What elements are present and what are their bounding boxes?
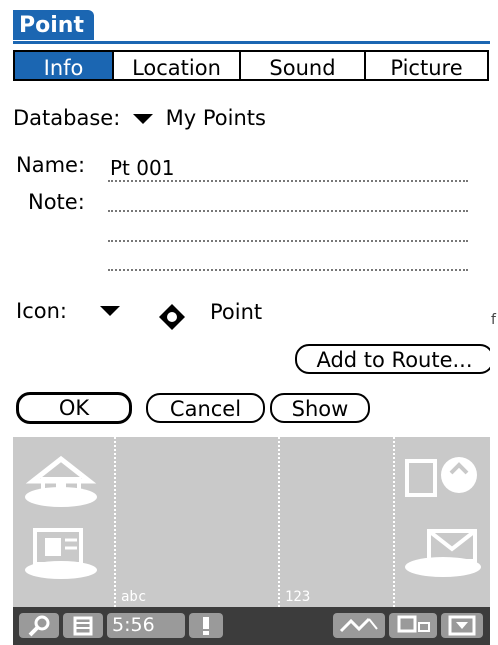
note-label: Note: [28,190,85,214]
home-icon[interactable] [21,451,101,511]
graffiti-abc-label: abc [121,589,147,605]
magnifier-icon [28,615,50,637]
silk-divider-right [393,437,395,607]
status-bar: 5:56 [13,607,490,645]
menu-button[interactable] [63,613,103,638]
screen-rotate-icon [397,615,430,633]
tab-info[interactable]: Info [13,50,114,81]
graffiti-123-label: 123 [285,589,311,605]
tab-bar: Info Location Sound Picture [13,50,489,81]
form-title: Point [13,10,94,40]
icon-label: Icon: [16,299,67,323]
database-label: Database: [13,106,121,130]
note-line-3[interactable] [108,269,468,271]
name-label: Name: [16,153,86,177]
add-to-route-button[interactable]: Add to Route... [295,344,494,374]
cancel-button[interactable]: Cancel [146,393,265,423]
icon-dropdown-icon[interactable] [100,306,120,316]
input-area-toggle-button[interactable] [441,613,483,638]
icon-dropdown[interactable]: Point [210,300,262,324]
alert-button[interactable] [189,613,223,638]
point-waypoint-icon [159,304,185,330]
screen-rotate-button[interactable] [389,613,437,638]
note-line-2[interactable] [108,240,468,242]
clock-button[interactable]: 5:56 [107,613,185,638]
mail-icon[interactable] [401,519,485,579]
name-field[interactable]: Pt 001 [110,156,174,180]
apps-menu-icon[interactable] [21,522,101,582]
silk-divider-left [114,437,116,607]
alert-icon [203,617,209,635]
point-screen: Point Info Location Sound Picture Databa… [0,0,494,437]
clock-time: 5:56 [112,614,155,636]
database-row: Database: My Points [13,106,266,130]
tab-location[interactable]: Location [114,50,241,81]
signal-button[interactable] [333,613,385,638]
sync-icon[interactable] [401,451,485,507]
tab-sound[interactable]: Sound [241,50,366,81]
menu-icon [73,616,93,636]
ok-button[interactable]: OK [16,392,132,424]
silkscreen-area: abc 123 [13,437,490,607]
title-underline [13,41,490,44]
input-toggle-icon [448,615,476,636]
database-dropdown-icon[interactable] [132,114,153,124]
show-button[interactable]: Show [270,393,370,423]
database-dropdown[interactable]: My Points [166,106,266,130]
tab-picture[interactable]: Picture [366,50,489,81]
find-button[interactable] [19,613,59,638]
silk-divider-mid [278,437,280,607]
signal-icon [339,617,378,633]
edge-glyph: f [491,312,496,328]
name-field-underline [108,180,468,182]
note-line-1[interactable] [108,210,468,212]
